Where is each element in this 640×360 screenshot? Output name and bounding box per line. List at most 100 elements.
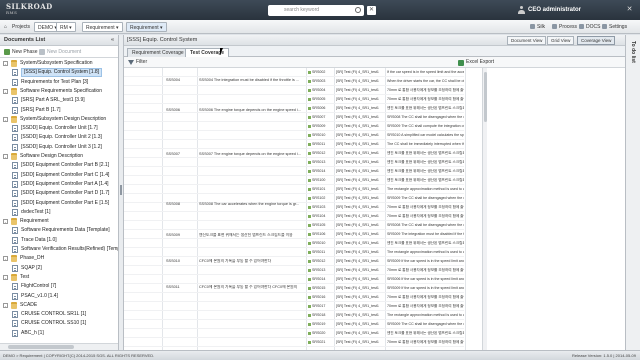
status-icon bbox=[308, 268, 311, 272]
splitter-handle[interactable] bbox=[120, 185, 122, 195]
table-row[interactable]: SRS011 [SR] Test (FI) 4_SR1_test1 The CC s… bbox=[124, 140, 464, 149]
coverage-tabs: Requirement Coverage Test Coverage bbox=[124, 46, 625, 58]
srs-id-text: SRS012 bbox=[312, 151, 326, 155]
table-row[interactable]: SRS014 [SR] Test (FI) 4_SR1_test1 SRS006 I… bbox=[124, 275, 464, 284]
table-row[interactable]: SRS019 [SR] Test (FI) 4_SR1_test1 SRS009 T… bbox=[124, 320, 464, 329]
table-row[interactable]: SRS016 [SR] Test (FI) 4_SR1_test1 70mm 로 통… bbox=[124, 293, 464, 302]
collapse-toggle-icon[interactable]: - bbox=[3, 88, 8, 94]
coverage-view-button[interactable]: Coverage View bbox=[577, 36, 616, 45]
srs-id-text: SRS104 bbox=[312, 214, 326, 218]
table-row[interactable]: SRS009 [SR] Test (FI) 4_SR1_test1 SRS009 T… bbox=[124, 122, 464, 131]
excel-export-button[interactable]: Excel Export bbox=[466, 57, 494, 68]
srs-id-cell: SRS010 bbox=[308, 131, 331, 140]
status-right: Release Version: 1.5.0 | 2014-05-09 bbox=[572, 353, 636, 358]
documents-toolbar: New Phase New Document bbox=[0, 46, 118, 58]
table-row[interactable]: SRS005 [SR] Test (FI) 4_SR1_test1 70mm 로 통… bbox=[124, 95, 464, 104]
nav-settings[interactable]: Settings bbox=[602, 22, 627, 32]
table-row[interactable]: SRS021 [SR] Test (FI) 4_SR1_test1 70mm 로 통… bbox=[124, 338, 464, 347]
srs-id-cell: SRS102 bbox=[308, 194, 331, 203]
status-icon bbox=[308, 187, 311, 191]
tree-item-label: FlightControl [7] bbox=[21, 283, 57, 290]
collapse-toggle-icon[interactable]: - bbox=[3, 274, 8, 280]
status-icon bbox=[308, 88, 311, 92]
collapse-toggle-icon[interactable]: - bbox=[3, 61, 8, 66]
collapse-toggle-icon[interactable]: - bbox=[3, 219, 8, 225]
tree-item-label: Software Requirements Specification bbox=[20, 87, 102, 94]
document-view-button[interactable]: Document View bbox=[507, 36, 547, 45]
table-row[interactable]: SRS004 [SR] Test (FI) 4_SR1_test1 70mm 로 통… bbox=[124, 86, 464, 95]
table-row[interactable]: SRS010 [SR] Test (FI) 4_SR1_test1 엔진 토크를 표… bbox=[124, 239, 464, 248]
requirement-id[interactable]: SSS009 bbox=[166, 233, 196, 237]
requirement-text: SSS004 The integration must be disabled … bbox=[199, 78, 299, 82]
collapse-toggle-icon[interactable]: - bbox=[3, 302, 8, 308]
requirement-id[interactable]: SSS008 bbox=[166, 202, 196, 206]
todo-strip[interactable]: To do list bbox=[625, 35, 640, 350]
tree-item-label: Trace Data [1.0] bbox=[21, 236, 57, 243]
search-input[interactable]: search keyword bbox=[268, 5, 364, 16]
table-row[interactable]: SRS010 [SR] Test (FI) 4_SR1_test1 SRS010 A… bbox=[124, 131, 464, 140]
srs-id-text: SRS103 bbox=[312, 205, 326, 209]
requirement-id[interactable]: SSS011 bbox=[166, 285, 196, 289]
collapse-toggle-icon[interactable]: - bbox=[3, 256, 8, 262]
description-cell: 엔진 토크를 표현 위해서는 생산된 맵프린트 스크립트를 이용 bbox=[387, 331, 464, 335]
collapse-icon[interactable]: « bbox=[111, 35, 114, 46]
requirement-text: SSS007 The engine torque depends on the … bbox=[199, 152, 301, 156]
description-cell: SRS009 The CC shall compute the integrat… bbox=[387, 124, 464, 128]
description-cell: 70mm 로 통합 사용자에게 정보를 조정하여 함께 출력 할 수 bbox=[387, 97, 464, 101]
nav-settings-label: Settings bbox=[609, 24, 628, 30]
tree-item-label: System/Subsystem Design Description bbox=[20, 115, 107, 122]
requirement-id[interactable]: SSS007 bbox=[166, 152, 196, 156]
nav-docs[interactable]: DOCS bbox=[579, 22, 600, 32]
collapse-toggle-icon[interactable]: - bbox=[3, 154, 8, 159]
document-tree: - System/Subsystem Specification [SSS] Equ… bbox=[0, 59, 119, 343]
table-row[interactable]: SRS100 [SR] Test (FI) 4_SR1_test1 엔진 토크를 표… bbox=[124, 176, 464, 185]
table-row[interactable]: SRS017 [SR] Test (FI) 4_SR1_test1 70mm 로 통… bbox=[124, 302, 464, 311]
srs-id-cell: SRS012 bbox=[308, 257, 331, 266]
grid-view-button[interactable]: Grid View bbox=[547, 36, 575, 45]
table-row[interactable]: SRS105 [SR] Test (FI) 4_SR1_test1 SRS008 T… bbox=[124, 221, 464, 230]
collapse-toggle-icon[interactable]: - bbox=[3, 116, 8, 122]
requirement-id[interactable]: SSS010 bbox=[166, 259, 196, 263]
table-row[interactable]: SRS007 [SR] Test (FI) 4_SR1_test1 SRS008 T… bbox=[124, 113, 464, 122]
nav-rm-select[interactable]: RM ▾ bbox=[56, 22, 76, 32]
nav-requirement-tab[interactable]: Requirement ▾ bbox=[126, 22, 167, 32]
table-row[interactable]: SRS013 [SR] Test (FI) 4_SR1_test1 70mm 로 통… bbox=[124, 266, 464, 275]
nav-projects[interactable]: Projects bbox=[12, 22, 30, 32]
vertical-scrollbar[interactable] bbox=[482, 68, 487, 350]
horizontal-scrollbar[interactable] bbox=[0, 343, 118, 350]
search-icon[interactable] bbox=[355, 7, 361, 13]
search-clear-button[interactable]: ✕ bbox=[367, 6, 376, 15]
table-row[interactable]: SRS011 [SR] Test (FI) 4_SR1_test1 The rect… bbox=[124, 248, 464, 257]
document-icon bbox=[12, 78, 18, 86]
nav-process[interactable]: Process bbox=[552, 22, 577, 32]
tab-requirement-coverage[interactable]: Requirement Coverage bbox=[127, 48, 189, 57]
close-icon[interactable]: ✕ bbox=[625, 5, 634, 14]
table-row[interactable]: SRS018 [SR] Test (FI) 4_SR1_test1 The rect… bbox=[124, 311, 464, 320]
requirement-id[interactable]: SSS004 bbox=[166, 78, 196, 82]
scrollbar-thumb[interactable] bbox=[8, 345, 74, 349]
nav-silk[interactable]: Silk bbox=[530, 22, 545, 32]
srs-id-text: SRS012 bbox=[312, 259, 326, 263]
table-row[interactable]: SRS002 [SR] Test (FI) 4_SR1_test1 If the c… bbox=[124, 68, 464, 77]
table-row[interactable]: SRS101 [SR] Test (FI) 4_SR1_test1 The rect… bbox=[124, 185, 464, 194]
scrollbar-thumb[interactable] bbox=[484, 72, 487, 122]
table-row[interactable]: SRS014 [SR] Test (FI) 4_SR1_test1 엔진 토크를 표… bbox=[124, 167, 464, 176]
table-row[interactable]: SRS104 [SR] Test (FI) 4_SR1_test1 70mm 로 통… bbox=[124, 212, 464, 221]
srs-id-cell: SRS105 bbox=[308, 221, 331, 230]
requirement-text: SSS006 The engine torque depends on the … bbox=[199, 108, 301, 112]
filter-button[interactable]: Filter bbox=[136, 57, 147, 68]
tree-item-label: Software Verification Results(Refined) [… bbox=[21, 246, 119, 252]
table-row[interactable]: SRS013 [SR] Test (FI) 4_SR1_test1 엔진 토크를 표… bbox=[124, 158, 464, 167]
nav-requirement-select[interactable]: Requirement ▾ bbox=[82, 22, 123, 32]
user-name[interactable]: CEO administrator bbox=[528, 0, 581, 20]
nav-home-icon[interactable]: ⌂ bbox=[4, 22, 7, 32]
new-phase-button[interactable]: New Phase bbox=[12, 46, 38, 58]
test-case-cell: [SR] Test (FI) 4_SR1_test1 bbox=[336, 340, 379, 344]
table-row[interactable]: SRS020 [SR] Test (FI) 4_SR1_test1 엔진 토크를 표… bbox=[124, 329, 464, 338]
requirement-id[interactable]: SSS006 bbox=[166, 108, 196, 112]
todo-list-label[interactable]: To do list bbox=[630, 41, 636, 63]
test-case-cell: [SR] Test (FI) 4_SR1_test1 bbox=[336, 187, 379, 191]
tree-item-label: CRUISE CONTROL SR1L [1] bbox=[21, 311, 87, 318]
new-document-button[interactable]: New Document bbox=[47, 46, 81, 58]
srs-id-text: SRS009 bbox=[312, 124, 326, 128]
